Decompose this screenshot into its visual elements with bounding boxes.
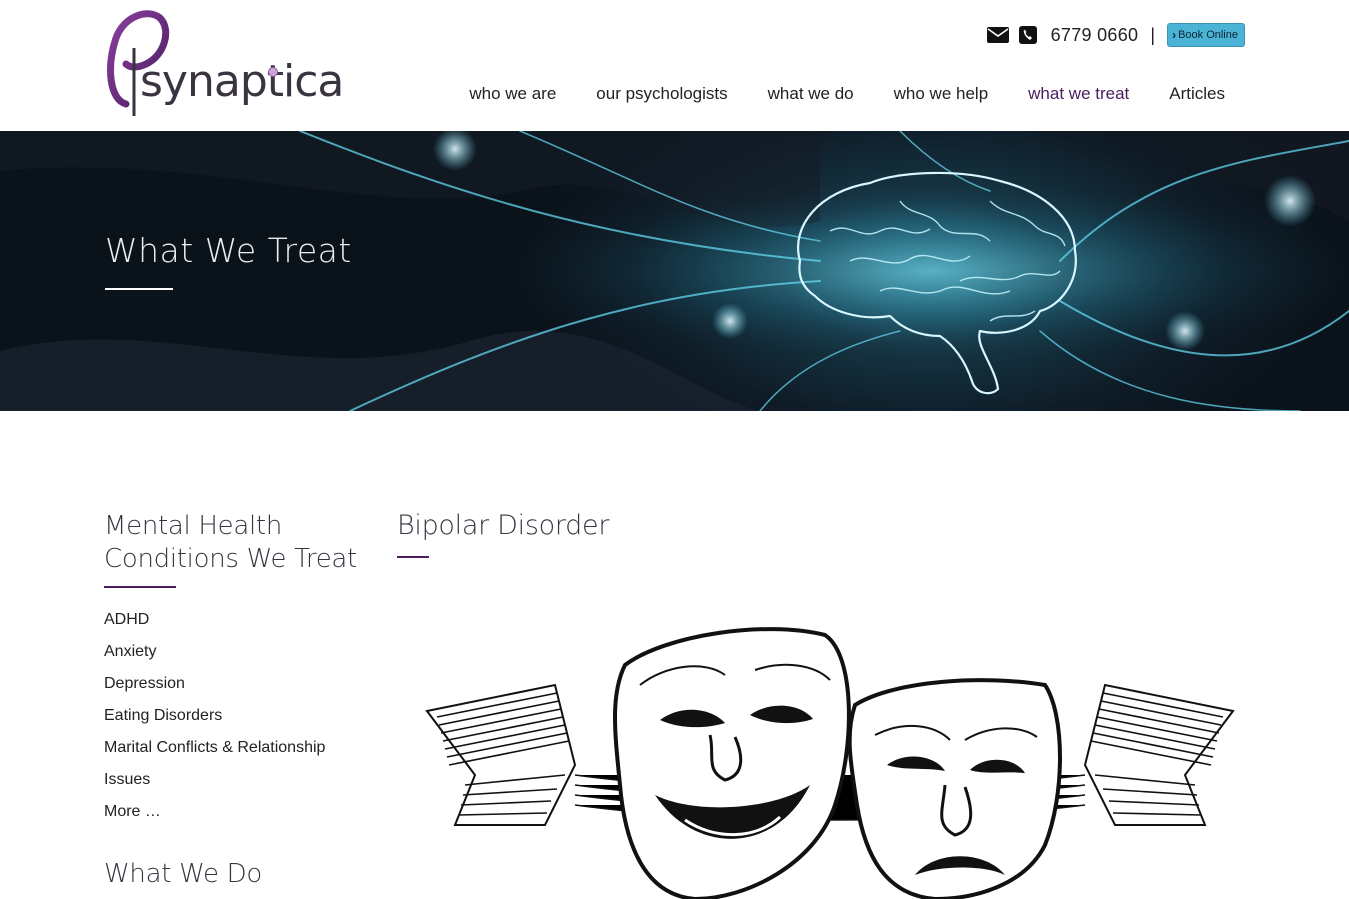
envelope-icon[interactable] — [986, 25, 1009, 45]
comedy-tragedy-masks-icon — [425, 627, 1235, 899]
page-title-underline — [397, 556, 429, 558]
site-header: synaptica 6779 0660 | › Book Online who … — [0, 0, 1349, 131]
sidebar-heading-underline — [104, 586, 176, 588]
logo-dot — [268, 67, 278, 77]
nav-articles[interactable]: Articles — [1149, 82, 1245, 106]
sidebar-item-marital-conflicts[interactable]: Marital Conflicts & Relationship Issues — [104, 732, 344, 796]
sidebar-item-eating-disorders[interactable]: Eating Disorders — [104, 700, 364, 732]
nav-who-we-are[interactable]: who we are — [449, 82, 576, 106]
phone-icon[interactable] — [1017, 25, 1039, 45]
nav-our-psychologists[interactable]: our psychologists — [576, 82, 747, 106]
book-online-button[interactable]: › Book Online — [1167, 23, 1245, 47]
page-title: Bipolar Disorder — [397, 510, 610, 541]
sidebar-item-more[interactable]: More … — [104, 796, 364, 828]
nav-what-we-treat[interactable]: what we treat — [1008, 82, 1149, 106]
contact-bar: 6779 0660 | › Book Online — [986, 22, 1245, 48]
hero-title: What We Treat — [105, 231, 352, 270]
separator: | — [1150, 24, 1156, 45]
conditions-list: ADHD Anxiety Depression Eating Disorders… — [104, 604, 364, 828]
nav-who-we-help[interactable]: who we help — [874, 82, 1009, 106]
sidebar-item-anxiety[interactable]: Anxiety — [104, 636, 364, 668]
sidebar-heading-conditions: Mental Health Conditions We Treat — [104, 511, 357, 574]
logo-wordmark: synaptica — [140, 56, 344, 107]
brain-illustration — [0, 131, 1349, 411]
sidebar: Mental Health Conditions We Treat ADHD A… — [104, 510, 364, 899]
main-nav: who we are our psychologists what we do … — [449, 82, 1245, 106]
hero-banner: What We Treat — [0, 131, 1349, 411]
chevron-right-icon: › — [1172, 28, 1177, 42]
book-online-label: Book Online — [1178, 29, 1238, 41]
synaptica-logo[interactable]: synaptica — [104, 8, 344, 126]
sidebar-heading-what-we-do: What We Do — [104, 859, 262, 889]
hero-underline — [105, 288, 173, 290]
nav-what-we-do[interactable]: what we do — [748, 82, 874, 106]
sidebar-item-depression[interactable]: Depression — [104, 668, 364, 700]
phone-number[interactable]: 6779 0660 — [1051, 25, 1139, 46]
theatre-masks-image — [425, 625, 1235, 899]
sidebar-item-adhd[interactable]: ADHD — [104, 604, 364, 636]
